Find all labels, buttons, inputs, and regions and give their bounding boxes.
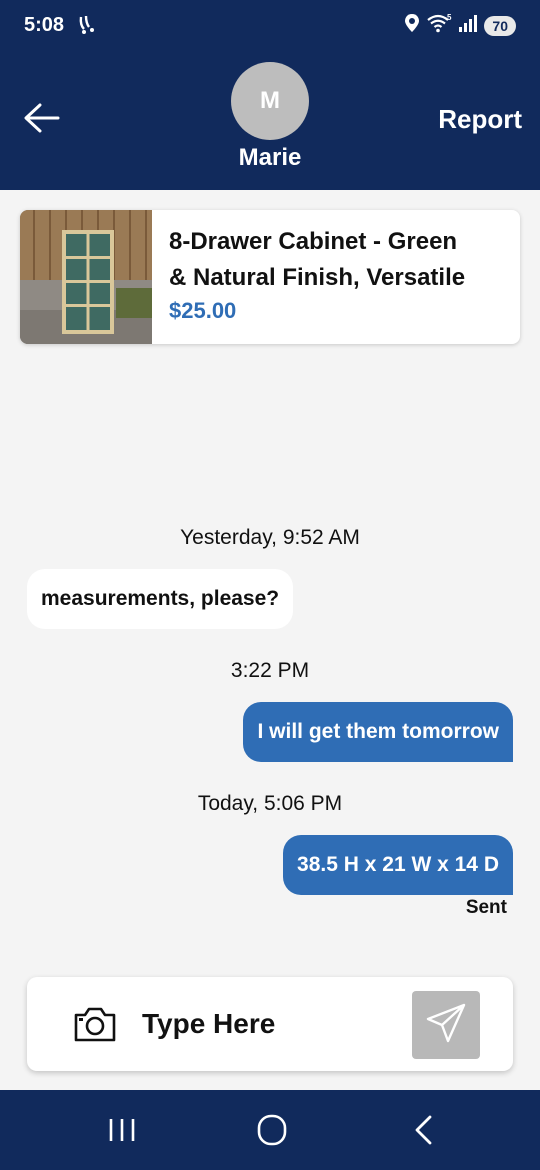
incoming-message[interactable]: measurements, please? (27, 569, 294, 629)
chat-header: M Marie Report (0, 52, 540, 190)
outgoing-message[interactable]: I will get them tomorrow (243, 702, 513, 762)
location-icon (404, 13, 420, 38)
wifi-icon: 5 (426, 13, 452, 38)
listing-title-line-1: 8-Drawer Cabinet - Green (169, 228, 458, 255)
send-button[interactable] (412, 991, 480, 1059)
battery-indicator: 70 (484, 15, 516, 36)
home-icon (252, 1114, 292, 1152)
listing-thumbnail (20, 210, 152, 344)
listing-title-line-2: & Natural Finish, Versatile (169, 264, 466, 291)
status-bar: 5:08 5 70 (0, 0, 540, 52)
back-button[interactable] (22, 98, 62, 138)
message-input[interactable] (142, 1001, 402, 1047)
camera-icon (73, 1007, 117, 1047)
compose-bar (27, 977, 513, 1071)
contact-name: Marie (238, 144, 302, 171)
signal-icon (458, 14, 478, 37)
nav-back-button[interactable] (404, 1112, 444, 1148)
status-time: 5:08 (24, 14, 65, 36)
notification-icon (78, 13, 98, 40)
status-indicators: 5 70 (404, 13, 516, 38)
nav-back-icon (404, 1115, 444, 1152)
report-button[interactable]: Report (438, 104, 522, 135)
network-badge: 5 (447, 13, 452, 22)
message-timestamp: Yesterday, 9:52 AM (180, 526, 360, 549)
sent-status: Sent (465, 897, 507, 918)
nav-home-button[interactable] (252, 1112, 292, 1148)
camera-button[interactable] (73, 1005, 117, 1043)
listing-title: 8-Drawer Cabinet - Green & Natural Finis… (169, 224, 513, 296)
listing-price: $25.00 (169, 298, 237, 323)
message-timestamp: 3:22 PM (230, 659, 310, 682)
recents-icon (102, 1119, 142, 1152)
nav-recents-button[interactable] (102, 1112, 142, 1148)
avatar[interactable]: M (231, 62, 309, 140)
outgoing-message[interactable]: 38.5 H x 21 W x 14 D (283, 835, 513, 895)
send-icon (424, 1001, 468, 1050)
system-nav-bar (0, 1090, 540, 1170)
back-arrow-icon (22, 103, 62, 142)
listing-card[interactable]: 8-Drawer Cabinet - Green & Natural Finis… (20, 210, 520, 344)
message-timestamp: Today, 5:06 PM (197, 792, 343, 815)
